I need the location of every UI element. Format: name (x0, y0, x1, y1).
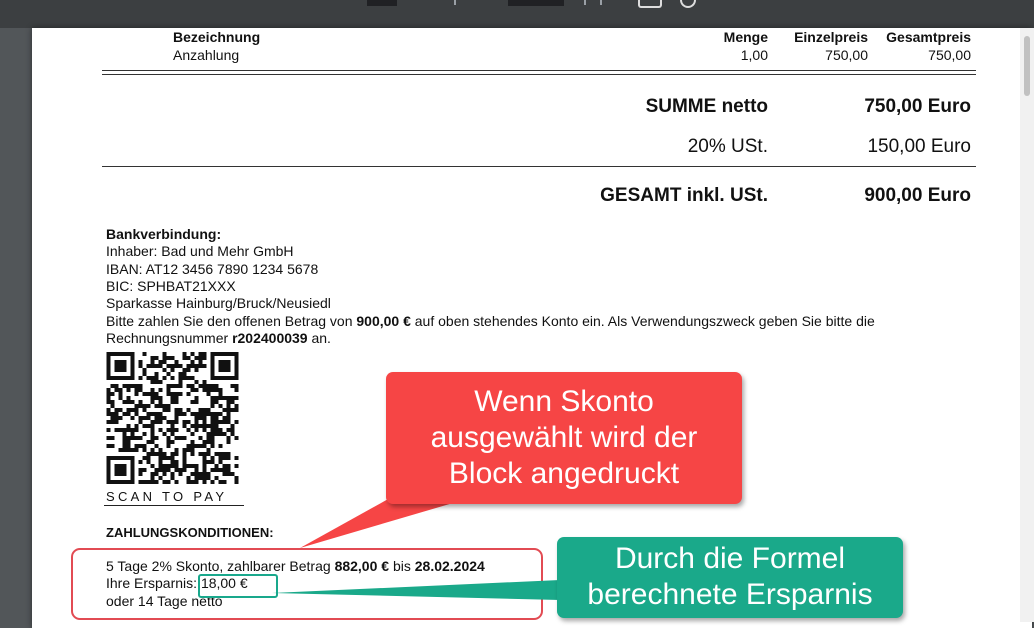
formula-callout: Durch die Formel berechnete Ersparnis (557, 537, 903, 618)
callout-text: ausgewählt wird der (430, 421, 698, 454)
callout-text: Block angedruckt (448, 457, 680, 490)
callout-text: Durch die Formel (614, 542, 846, 575)
green-callout-pointer (272, 580, 560, 600)
callout-text: Wenn Skonto (474, 385, 654, 418)
callout-text: berechnete Ersparnis (587, 578, 873, 611)
skonto-callout: Wenn Skonto ausgewählt wird der Block an… (386, 372, 742, 504)
callout-pointers (272, 498, 560, 600)
red-callout-pointer (300, 498, 470, 548)
